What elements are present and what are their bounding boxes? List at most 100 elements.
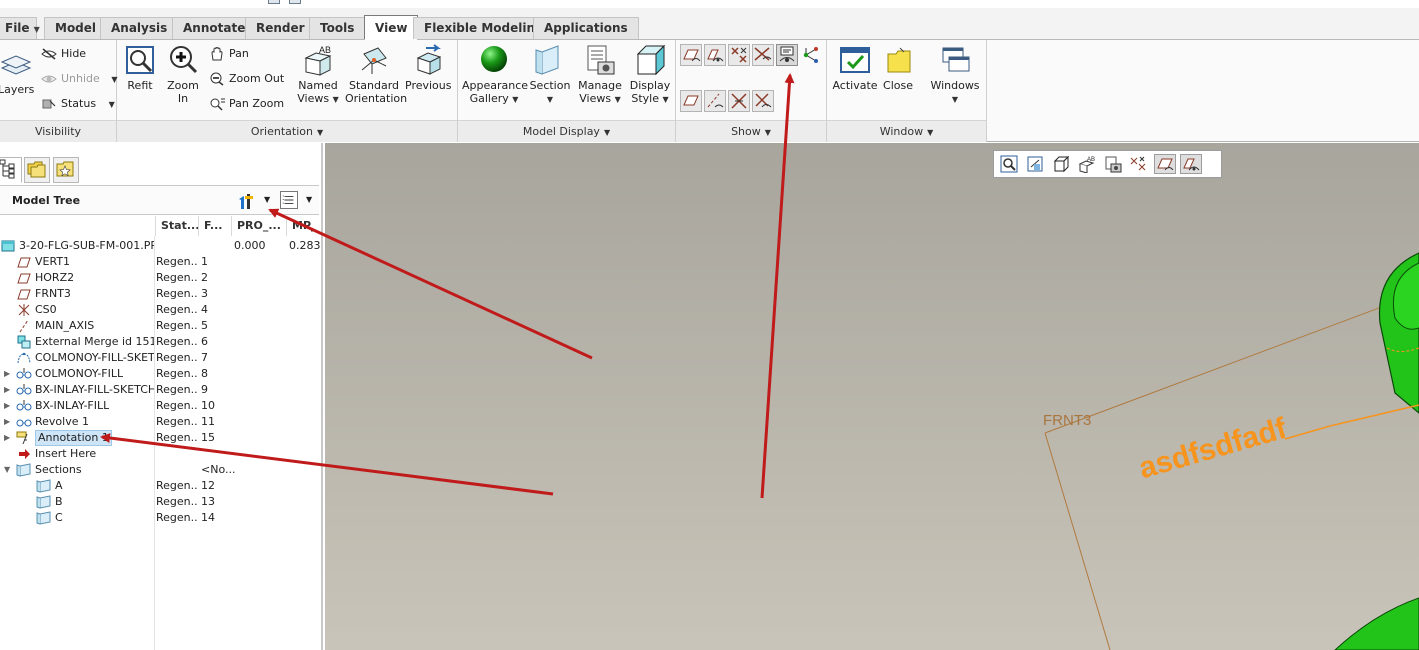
windows-button[interactable]: Windows ▼ <box>927 44 983 106</box>
tree-row[interactable]: MAIN_AXIS Regen... 5 <box>0 318 319 334</box>
tree-row[interactable]: A Regen... 12 <box>0 478 319 494</box>
tree-item-name[interactable]: FRNT3 <box>35 286 71 302</box>
folder-browser-tab[interactable] <box>24 157 50 183</box>
tree-row[interactable]: ▶ BX-INLAY-FILL-SKETCH Regen... 9 <box>0 382 319 398</box>
tree-item-name[interactable]: 3-20-FLG-SUB-FM-001.PRT <box>19 238 154 254</box>
datum-plane-frnt3[interactable] <box>1044 292 1419 650</box>
expand-arrow-icon[interactable]: ▶ <box>4 414 14 430</box>
model-body-lower[interactable] <box>1334 597 1419 650</box>
datum-tag-frnt3[interactable]: FRNT3 <box>1043 412 1091 429</box>
csys-tag-display-icon[interactable] <box>752 90 774 112</box>
close-button[interactable]: Close <box>879 44 917 92</box>
tree-item-name[interactable]: COLMONOY-FILL <box>35 366 123 382</box>
csys-display-icon-2[interactable] <box>728 90 750 112</box>
pan-zoom-button[interactable]: Pan Zoom <box>209 95 284 113</box>
column-mp[interactable]: MP_ <box>286 216 319 236</box>
plane-display-icon[interactable] <box>680 44 702 66</box>
expand-arrow-icon[interactable]: ▶ <box>4 430 14 446</box>
tree-row[interactable]: ▶ Revolve 1 Regen... 11 <box>0 414 319 430</box>
display-style-button[interactable]: Display Style ▼ <box>628 44 672 106</box>
model-geometry[interactable] <box>325 143 1419 650</box>
point-tag-display-icon[interactable] <box>752 44 774 66</box>
axis-tag-display-icon[interactable] <box>704 90 726 112</box>
tree-row[interactable]: ▼ Sections <No... <box>0 462 319 478</box>
expand-arrow-icon[interactable]: ▶ <box>4 382 14 398</box>
tab-annotate[interactable]: Annotate <box>172 17 257 39</box>
tree-item-name[interactable]: Annotation 1 <box>35 430 112 446</box>
tree-row[interactable]: COLMONOY-FILL-SKETCHRegen...7 <box>0 350 319 366</box>
tree-row[interactable]: C Regen... 14 <box>0 510 319 526</box>
tree-row[interactable]: ▶ Annotation 1 Regen... 15 <box>0 430 319 446</box>
column-status[interactable]: Stat... <box>155 216 198 236</box>
file-menu[interactable]: File ▼ <box>0 17 40 39</box>
tab-render[interactable]: Render <box>245 17 316 39</box>
tree-item-name[interactable]: A <box>55 478 63 494</box>
save-icon[interactable] <box>268 0 280 4</box>
named-views-button[interactable]: AB Named Views ▼ <box>293 44 343 106</box>
tree-row[interactable]: B Regen... 13 <box>0 494 319 510</box>
refit-button[interactable]: Refit <box>121 44 159 92</box>
manage-views-button[interactable]: Manage Views ▼ <box>576 44 624 106</box>
standard-orientation-button[interactable]: Standard Orientation <box>345 44 407 105</box>
status-button[interactable]: Status ▼ <box>41 95 115 113</box>
tab-applications[interactable]: Applications <box>533 17 639 39</box>
tree-item-name[interactable]: CS0 <box>35 302 57 318</box>
activate-button[interactable]: Activate <box>831 44 879 92</box>
orientation-group-label[interactable]: Orientation ▼ <box>117 120 457 142</box>
column-pro[interactable]: PRO_... <box>231 216 286 236</box>
appearance-gallery-button[interactable]: Appearance Gallery ▼ <box>462 44 528 106</box>
tree-item-name[interactable]: Revolve 1 <box>35 414 89 430</box>
tree-item-name[interactable]: COLMONOY-FILL-SKETCH <box>35 350 154 366</box>
tree-item-name[interactable]: HORZ2 <box>35 270 74 286</box>
expand-arrow-icon[interactable]: ▶ <box>4 366 14 382</box>
tab-analysis[interactable]: Analysis <box>100 17 179 39</box>
tree-item-name[interactable]: Sections <box>35 462 82 478</box>
collapse-arrow-icon[interactable]: ▼ <box>4 462 14 478</box>
tree-settings-icon[interactable] <box>236 191 256 211</box>
tree-row[interactable]: ▶ COLMONOY-FILL Regen... 8 <box>0 366 319 382</box>
tree-row[interactable]: External Merge id 151 Regen... 6 <box>0 334 319 350</box>
zoom-out-button[interactable]: Zoom Out <box>209 70 284 88</box>
tree-item-name[interactable]: MAIN_AXIS <box>35 318 94 334</box>
hide-button[interactable]: Hide <box>41 45 86 63</box>
favorites-tab[interactable] <box>53 157 79 183</box>
tab-model[interactable]: Model <box>44 17 108 39</box>
tree-row[interactable]: Insert Here <box>0 446 319 462</box>
annotation-display-icon[interactable] <box>776 44 798 66</box>
tree-item-name[interactable]: C <box>55 510 63 526</box>
point-display-icon[interactable] <box>728 44 750 66</box>
zoom-in-button[interactable]: Zoom In <box>161 44 205 105</box>
tree-item-name[interactable]: BX-INLAY-FILL <box>35 398 109 414</box>
unhide-button[interactable]: Unhide ▼ <box>41 70 117 88</box>
tree-item-name[interactable]: External Merge id 151 <box>35 334 154 350</box>
axis-display-icon[interactable] <box>680 90 702 112</box>
window-icon[interactable] <box>289 0 301 4</box>
plane-tag-display-icon[interactable] <box>704 44 726 66</box>
window-group-label[interactable]: Window ▼ <box>827 120 986 142</box>
pan-button[interactable]: Pan <box>209 45 249 63</box>
column-feature-number[interactable]: F... <box>198 216 231 236</box>
tree-item-name[interactable]: VERT1 <box>35 254 70 270</box>
tab-tools[interactable]: Tools <box>309 17 366 39</box>
tree-row[interactable]: VERT1 Regen... 1 <box>0 254 319 270</box>
tree-item-name[interactable]: BX-INLAY-FILL-SKETCH <box>35 382 154 398</box>
csys-display-button[interactable] <box>800 46 820 64</box>
tree-row[interactable]: 3-20-FLG-SUB-FM-001.PRT 0.000 0.283 <box>0 238 321 254</box>
model-display-group-label[interactable]: Model Display ▼ <box>458 120 675 142</box>
expand-arrow-icon[interactable]: ▶ <box>4 398 14 414</box>
tree-row[interactable]: ▶ BX-INLAY-FILL Regen... 10 <box>0 398 319 414</box>
tree-row[interactable]: HORZ2 Regen... 2 <box>0 270 319 286</box>
chevron-down-icon[interactable]: ▼ <box>306 195 312 204</box>
tree-item-name[interactable]: B <box>55 494 63 510</box>
model-tree-tab[interactable] <box>0 157 22 183</box>
graphics-window[interactable]: AB FRNT3 asdfsdfadf <box>325 143 1419 650</box>
section-button[interactable]: Section ▼ <box>528 44 572 106</box>
tree-row[interactable]: FRNT3 Regen... 3 <box>0 286 319 302</box>
chevron-down-icon[interactable]: ▼ <box>264 195 270 204</box>
show-columns-icon[interactable] <box>280 191 298 209</box>
show-group-label[interactable]: Show ▼ <box>676 120 826 142</box>
tree-item-name[interactable]: Insert Here <box>35 446 96 462</box>
tree-row[interactable]: CS0 Regen... 4 <box>0 302 319 318</box>
layers-button[interactable]: Layers <box>0 48 34 96</box>
previous-view-button[interactable]: Previous <box>405 44 452 92</box>
